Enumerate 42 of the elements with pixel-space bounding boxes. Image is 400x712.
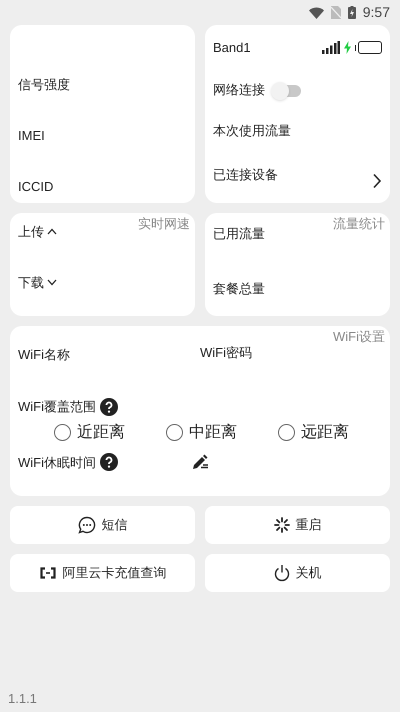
card-title: WiFi设置	[333, 328, 385, 346]
download-label: 下载	[18, 274, 44, 292]
range-radio[interactable]: 近距离	[54, 420, 166, 444]
chat-bubble-icon	[78, 516, 96, 534]
connected-devices-label: 已连接设备	[213, 166, 278, 184]
chevron-down-icon	[47, 278, 57, 286]
card-title: 流量统计	[333, 215, 385, 233]
no-sim-icon	[330, 6, 341, 19]
version-label: 1.1.1	[7, 690, 38, 708]
total-traffic-label: 套餐总量	[213, 281, 265, 296]
used-traffic-label: 已用流量	[213, 226, 265, 241]
chevron-up-icon	[47, 228, 57, 236]
range-radio[interactable]: 中距离	[166, 420, 278, 444]
action-button[interactable]: 阿里云卡充值查询	[10, 554, 195, 592]
power-icon	[274, 564, 290, 582]
wifi-sleep-label: WiFi休眠时间	[18, 454, 96, 472]
spinner-icon	[274, 517, 290, 533]
help-icon[interactable]	[100, 453, 118, 472]
range-radio[interactable]: 远距离	[278, 420, 390, 444]
wifi-icon	[308, 6, 324, 18]
battery-charging-icon	[348, 6, 356, 19]
card-title: 实时网速	[138, 215, 190, 233]
network-toggle[interactable]	[273, 85, 301, 98]
bracket-icon	[38, 567, 56, 579]
edit-pen-icon[interactable]	[192, 454, 209, 470]
usage-label: 本次使用流量	[213, 123, 291, 138]
upload-label: 上传	[18, 223, 44, 241]
wifi-range-label: WiFi覆盖范围	[18, 398, 96, 416]
wifi-password-label: WiFi密码	[200, 344, 252, 362]
action-button[interactable]: 重启	[205, 506, 390, 544]
help-icon[interactable]	[100, 398, 118, 416]
network-label: 网络连接	[213, 80, 265, 98]
chevron-right-icon[interactable]	[372, 173, 382, 189]
signal-bars-icon	[322, 41, 340, 54]
info-label: 信号强度	[18, 77, 70, 92]
action-button[interactable]: 短信	[10, 506, 195, 544]
action-button[interactable]: 关机	[205, 554, 390, 592]
status-time: 9:57	[362, 3, 390, 22]
wifi-name-label: WiFi名称	[18, 347, 70, 362]
info-label: ICCID	[18, 179, 54, 194]
band-label: Band1	[213, 39, 251, 57]
info-label: IMEI	[18, 128, 45, 143]
